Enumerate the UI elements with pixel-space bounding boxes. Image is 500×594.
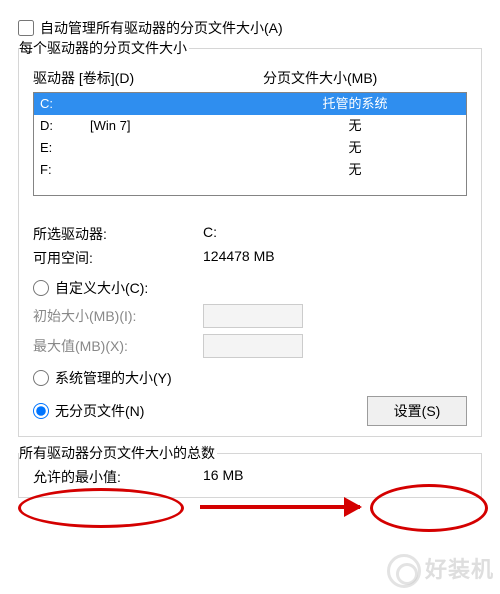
max-size-input [203, 334, 303, 358]
total-group: 所有驱动器分页文件大小的总数 允许的最小值: 16 MB [18, 453, 482, 498]
total-legend: 所有驱动器分页文件大小的总数 [19, 443, 217, 463]
per-drive-legend: 每个驱动器的分页文件大小 [19, 38, 189, 58]
no-paging-radio[interactable] [33, 403, 49, 419]
list-item[interactable]: F: 无 [34, 159, 466, 181]
initial-size-input [203, 304, 303, 328]
min-allowed-label: 允许的最小值: [33, 467, 203, 487]
drive-size: 无 [290, 115, 460, 137]
drive-letter: D: [40, 115, 90, 137]
drive-label [90, 159, 290, 181]
drive-label [90, 137, 290, 159]
system-managed-label: 系统管理的大小(Y) [55, 368, 172, 388]
selected-drive-value: C: [203, 224, 467, 244]
auto-manage-label: 自动管理所有驱动器的分页文件大小(A) [40, 18, 283, 38]
watermark: 好装机 [387, 552, 494, 588]
drive-listbox[interactable]: C: 托管的系统 D: [Win 7] 无 E: 无 F: 无 [33, 92, 467, 196]
initial-size-label: 初始大小(MB)(I): [33, 306, 203, 326]
selected-drive-label: 所选驱动器: [33, 224, 203, 244]
drive-size: 无 [290, 137, 460, 159]
list-item[interactable]: C: 托管的系统 [34, 93, 466, 115]
min-allowed-value: 16 MB [203, 467, 467, 487]
drive-label [90, 93, 290, 115]
custom-size-radio[interactable] [33, 280, 49, 296]
col-header-drive: 驱动器 [卷标](D) [33, 68, 263, 88]
drive-size: 无 [290, 159, 460, 181]
max-size-label: 最大值(MB)(X): [33, 336, 203, 356]
free-space-value: 124478 MB [203, 248, 467, 268]
list-item[interactable]: E: 无 [34, 137, 466, 159]
watermark-logo-icon [387, 554, 421, 588]
per-drive-group: 每个驱动器的分页文件大小 驱动器 [卷标](D) 分页文件大小(MB) C: 托… [18, 48, 482, 437]
set-button[interactable]: 设置(S) [367, 396, 467, 426]
drive-letter: F: [40, 159, 90, 181]
col-header-size: 分页文件大小(MB) [263, 68, 467, 88]
free-space-label: 可用空间: [33, 248, 203, 268]
watermark-text: 好装机 [425, 557, 494, 582]
drive-label: [Win 7] [90, 115, 290, 137]
annotation-arrow-icon [200, 505, 360, 509]
drive-size: 托管的系统 [290, 93, 460, 115]
list-item[interactable]: D: [Win 7] 无 [34, 115, 466, 137]
auto-manage-checkbox[interactable] [18, 20, 34, 36]
custom-size-label: 自定义大小(C): [55, 278, 148, 298]
drive-letter: C: [40, 93, 90, 115]
drive-letter: E: [40, 137, 90, 159]
no-paging-label: 无分页文件(N) [55, 401, 144, 421]
system-managed-radio[interactable] [33, 370, 49, 386]
